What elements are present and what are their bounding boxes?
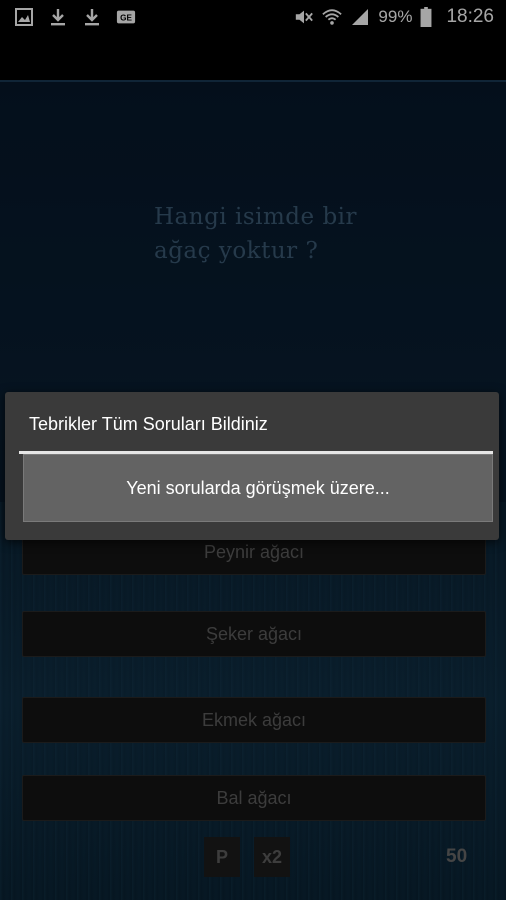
- completion-dialog: Tebrikler Tüm Soruları Bildiniz Yeni sor…: [5, 392, 499, 540]
- dialog-title: Tebrikler Tüm Soruları Bildiniz: [29, 414, 268, 434]
- dialog-message[interactable]: Yeni sorularda görüşmek üzere...: [23, 454, 493, 522]
